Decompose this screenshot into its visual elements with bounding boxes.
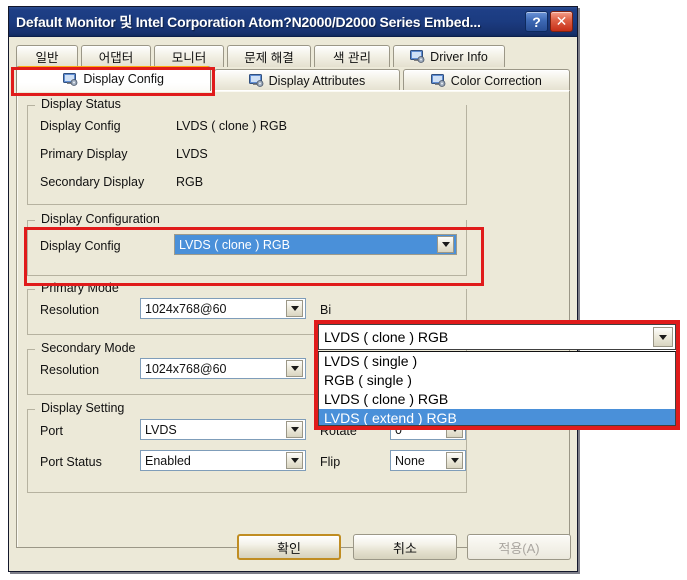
secondary-display-label: Secondary Display — [40, 175, 145, 189]
port-status-label: Port Status — [40, 455, 102, 469]
tab-row-secondary: Display Config Display Attributes Color … — [16, 66, 570, 91]
tab-adapter-label: 어댑터 — [98, 51, 134, 65]
secondary-mode-title: Secondary Mode — [37, 341, 140, 355]
tab-troubleshoot-label: 문제 해결 — [244, 51, 294, 65]
tab-display-attributes-label: Display Attributes — [268, 73, 366, 88]
secondary-resolution-value: 1024x768@60 — [145, 361, 227, 376]
chevron-down-icon[interactable] — [446, 452, 463, 469]
tab-adapter[interactable]: 어댑터 — [81, 45, 151, 67]
display-config-panel: Display Status Display Config LVDS ( clo… — [16, 90, 570, 548]
tab-strip: 일반 어댑터 모니터 문제 해결 색 관리 Driver Info Displa… — [16, 43, 570, 91]
display-status-title: Display Status — [37, 97, 125, 111]
cancel-button[interactable]: 취소 — [353, 534, 457, 560]
primary-display-label: Primary Display — [40, 147, 128, 161]
monitor-icon — [430, 74, 446, 87]
tab-color-management[interactable]: 색 관리 — [314, 45, 390, 67]
tab-driver-info[interactable]: Driver Info — [393, 45, 505, 67]
window-title: Default Monitor 및 Intel Corporation Atom… — [16, 13, 481, 30]
chevron-down-icon[interactable] — [286, 300, 303, 317]
close-icon[interactable]: ✕ — [550, 11, 573, 32]
port-value: LVDS — [145, 422, 177, 437]
chevron-down-icon[interactable] — [437, 236, 454, 253]
tab-monitor[interactable]: 모니터 — [154, 45, 224, 67]
monitor-icon — [63, 72, 78, 86]
dropdown-option-lvds-clone-rgb[interactable]: LVDS ( clone ) RGB — [319, 390, 675, 409]
ok-button[interactable]: 확인 — [237, 534, 341, 560]
display-config-status-label: Display Config — [40, 119, 121, 133]
port-label: Port — [40, 424, 63, 438]
primary-mode-title: Primary Mode — [37, 281, 123, 295]
display-configuration-title: Display Configuration — [37, 212, 164, 226]
chevron-down-icon[interactable] — [286, 452, 303, 469]
open-dropdown-selected[interactable]: LVDS ( clone ) RGB — [318, 324, 676, 350]
primary-resolution-label: Resolution — [40, 303, 100, 317]
tab-display-attributes[interactable]: Display Attributes — [214, 69, 400, 91]
tab-color-correction[interactable]: Color Correction — [402, 69, 570, 91]
apply-button[interactable]: 적용(A) — [467, 534, 571, 560]
help-button[interactable]: ? — [525, 11, 548, 32]
monitor-icon — [410, 50, 425, 63]
tab-troubleshoot[interactable]: 문제 해결 — [227, 45, 311, 67]
open-dropdown-selected-label: LVDS ( clone ) RGB — [324, 329, 449, 345]
chevron-down-icon[interactable] — [286, 360, 303, 377]
tab-display-config[interactable]: Display Config — [16, 66, 212, 91]
chevron-down-icon[interactable] — [653, 327, 673, 347]
display-config-combo[interactable]: LVDS ( clone ) RGB — [174, 234, 457, 255]
primary-resolution-combo[interactable]: 1024x768@60 — [140, 298, 306, 319]
monitor-icon — [248, 74, 264, 87]
port-combo[interactable]: LVDS — [140, 419, 306, 440]
display-properties-dialog: Default Monitor 및 Intel Corporation Atom… — [8, 6, 578, 572]
tab-general[interactable]: 일반 — [16, 45, 78, 67]
display-config-combo-value: LVDS ( clone ) RGB — [179, 237, 290, 252]
tab-display-config-label: Display Config — [83, 72, 164, 86]
screenshot-root: Default Monitor 및 Intel Corporation Atom… — [0, 0, 687, 580]
tab-color-correction-label: Color Correction — [450, 73, 542, 88]
secondary-resolution-label: Resolution — [40, 363, 100, 377]
primary-bpp-label: Bi — [320, 303, 332, 317]
tab-color-management-label: 색 관리 — [333, 51, 371, 65]
secondary-resolution-combo[interactable]: 1024x768@60 — [140, 358, 306, 379]
open-dropdown-list[interactable]: LVDS ( single ) RGB ( single ) LVDS ( cl… — [318, 351, 676, 426]
chevron-down-icon[interactable] — [286, 421, 303, 438]
dropdown-option-lvds-extend-rgb[interactable]: LVDS ( extend ) RGB — [319, 409, 675, 425]
port-status-combo[interactable]: Enabled — [140, 450, 306, 471]
display-config-combo-label: Display Config — [40, 239, 121, 253]
dropdown-option-lvds-single[interactable]: LVDS ( single ) — [319, 352, 675, 371]
tab-driver-info-label: Driver Info — [430, 49, 488, 64]
tab-row-primary: 일반 어댑터 모니터 문제 해결 색 관리 Driver Info — [16, 43, 570, 67]
tab-monitor-label: 모니터 — [171, 51, 207, 65]
dialog-client-area: 일반 어댑터 모니터 문제 해결 색 관리 Driver Info Displa… — [9, 37, 577, 572]
dropdown-option-rgb-single[interactable]: RGB ( single ) — [319, 371, 675, 390]
tab-general-label: 일반 — [35, 51, 59, 65]
flip-combo[interactable]: None — [390, 450, 466, 471]
flip-value: None — [395, 453, 425, 468]
display-config-status-value: LVDS ( clone ) RGB — [176, 119, 287, 133]
primary-display-value: LVDS — [176, 147, 208, 161]
title-bar[interactable]: Default Monitor 및 Intel Corporation Atom… — [9, 7, 577, 37]
display-status-group: Display Status Display Config LVDS ( clo… — [27, 97, 467, 205]
primary-resolution-value: 1024x768@60 — [145, 301, 227, 316]
port-status-value: Enabled — [145, 453, 191, 468]
display-setting-title: Display Setting — [37, 401, 129, 415]
display-configuration-group: Display Configuration Display Config LVD… — [27, 212, 467, 276]
secondary-display-value: RGB — [176, 175, 204, 189]
dialog-button-row: 확인 취소 적용(A) — [9, 534, 577, 564]
flip-label: Flip — [320, 455, 341, 469]
